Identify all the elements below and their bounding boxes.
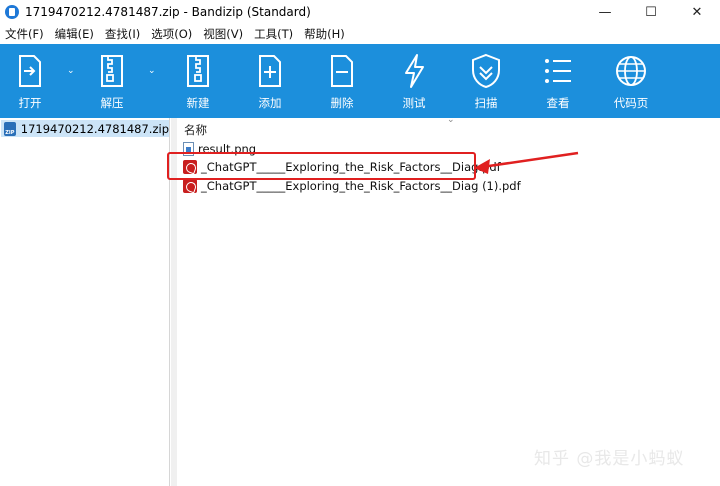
close-button[interactable]: ✕ — [674, 0, 720, 24]
menu-file[interactable]: 文件(F) — [0, 26, 50, 42]
pdf-file-icon — [183, 179, 197, 193]
sort-indicator-icon: ⌄ — [447, 115, 455, 125]
highlight-box — [167, 152, 476, 180]
toolbar: 打开 ⌄ 解压 ⌄ 新建 添加 删除 测试 扫描 查看 代码页 — [0, 44, 720, 118]
menu-bar: 文件(F) 编辑(E) 查找(I) 选项(O) 视图(V) 工具(T) 帮助(H… — [0, 24, 720, 44]
tree-item-label: 1719470212.4781487.zip — [20, 121, 169, 136]
list-view-icon — [545, 59, 571, 83]
new-archive-icon — [187, 55, 209, 87]
window-controls: — ☐ ✕ — [582, 0, 720, 24]
menu-view[interactable]: 视图(V) — [198, 26, 249, 42]
new-archive-button[interactable]: 新建 — [176, 44, 220, 118]
extract-button[interactable]: 解压 — [90, 44, 134, 118]
tree-item-archive[interactable]: ZIP 1719470212.4781487.zip — [1, 120, 169, 137]
menu-help[interactable]: 帮助(H) — [299, 26, 351, 42]
open-icon — [19, 55, 41, 87]
delete-label: 删除 — [330, 96, 354, 110]
open-dropdown-icon[interactable]: ⌄ — [67, 66, 75, 76]
add-label: 添加 — [258, 96, 282, 110]
delete-button[interactable]: 删除 — [320, 44, 364, 118]
scan-button[interactable]: 扫描 — [464, 44, 508, 118]
lightning-icon — [405, 54, 424, 88]
open-button[interactable]: 打开 — [8, 44, 52, 118]
column-header-name[interactable]: 名称 — [184, 122, 207, 138]
bandizip-app-icon — [5, 5, 19, 19]
extract-dropdown-icon[interactable]: ⌄ — [148, 66, 156, 76]
view-label: 查看 — [546, 96, 570, 110]
maximize-button[interactable]: ☐ — [628, 0, 674, 24]
extract-label: 解压 — [100, 96, 124, 110]
codepage-button[interactable]: 代码页 — [609, 44, 653, 118]
new-label: 新建 — [186, 96, 210, 110]
test-label: 测试 — [402, 96, 426, 110]
delete-file-icon — [331, 55, 353, 87]
menu-options[interactable]: 选项(O) — [146, 26, 198, 42]
title-bar: 1719470212.4781487.zip - Bandizip (Stand… — [0, 0, 720, 24]
menu-edit[interactable]: 编辑(E) — [50, 26, 100, 42]
test-button[interactable]: 测试 — [392, 44, 436, 118]
menu-tools[interactable]: 工具(T) — [249, 26, 299, 42]
add-button[interactable]: 添加 — [248, 44, 292, 118]
file-name: _ChatGPT_____Exploring_the_Risk_Factors_… — [201, 179, 521, 193]
window-title: 1719470212.4781487.zip - Bandizip (Stand… — [25, 5, 311, 19]
menu-find[interactable]: 查找(I) — [100, 26, 146, 42]
folder-tree: ZIP 1719470212.4781487.zip — [0, 118, 170, 486]
add-file-icon — [259, 55, 281, 87]
zip-file-icon: ZIP — [4, 121, 16, 136]
scan-label: 扫描 — [474, 96, 498, 110]
minimize-button[interactable]: — — [582, 0, 628, 24]
codepage-label: 代码页 — [613, 96, 649, 110]
globe-icon — [616, 56, 646, 86]
open-label: 打开 — [18, 96, 42, 110]
shield-icon — [472, 53, 500, 89]
extract-icon — [101, 55, 123, 87]
watermark: 知乎 @我是小蚂蚁 — [534, 449, 685, 469]
view-button[interactable]: 查看 — [536, 44, 580, 118]
